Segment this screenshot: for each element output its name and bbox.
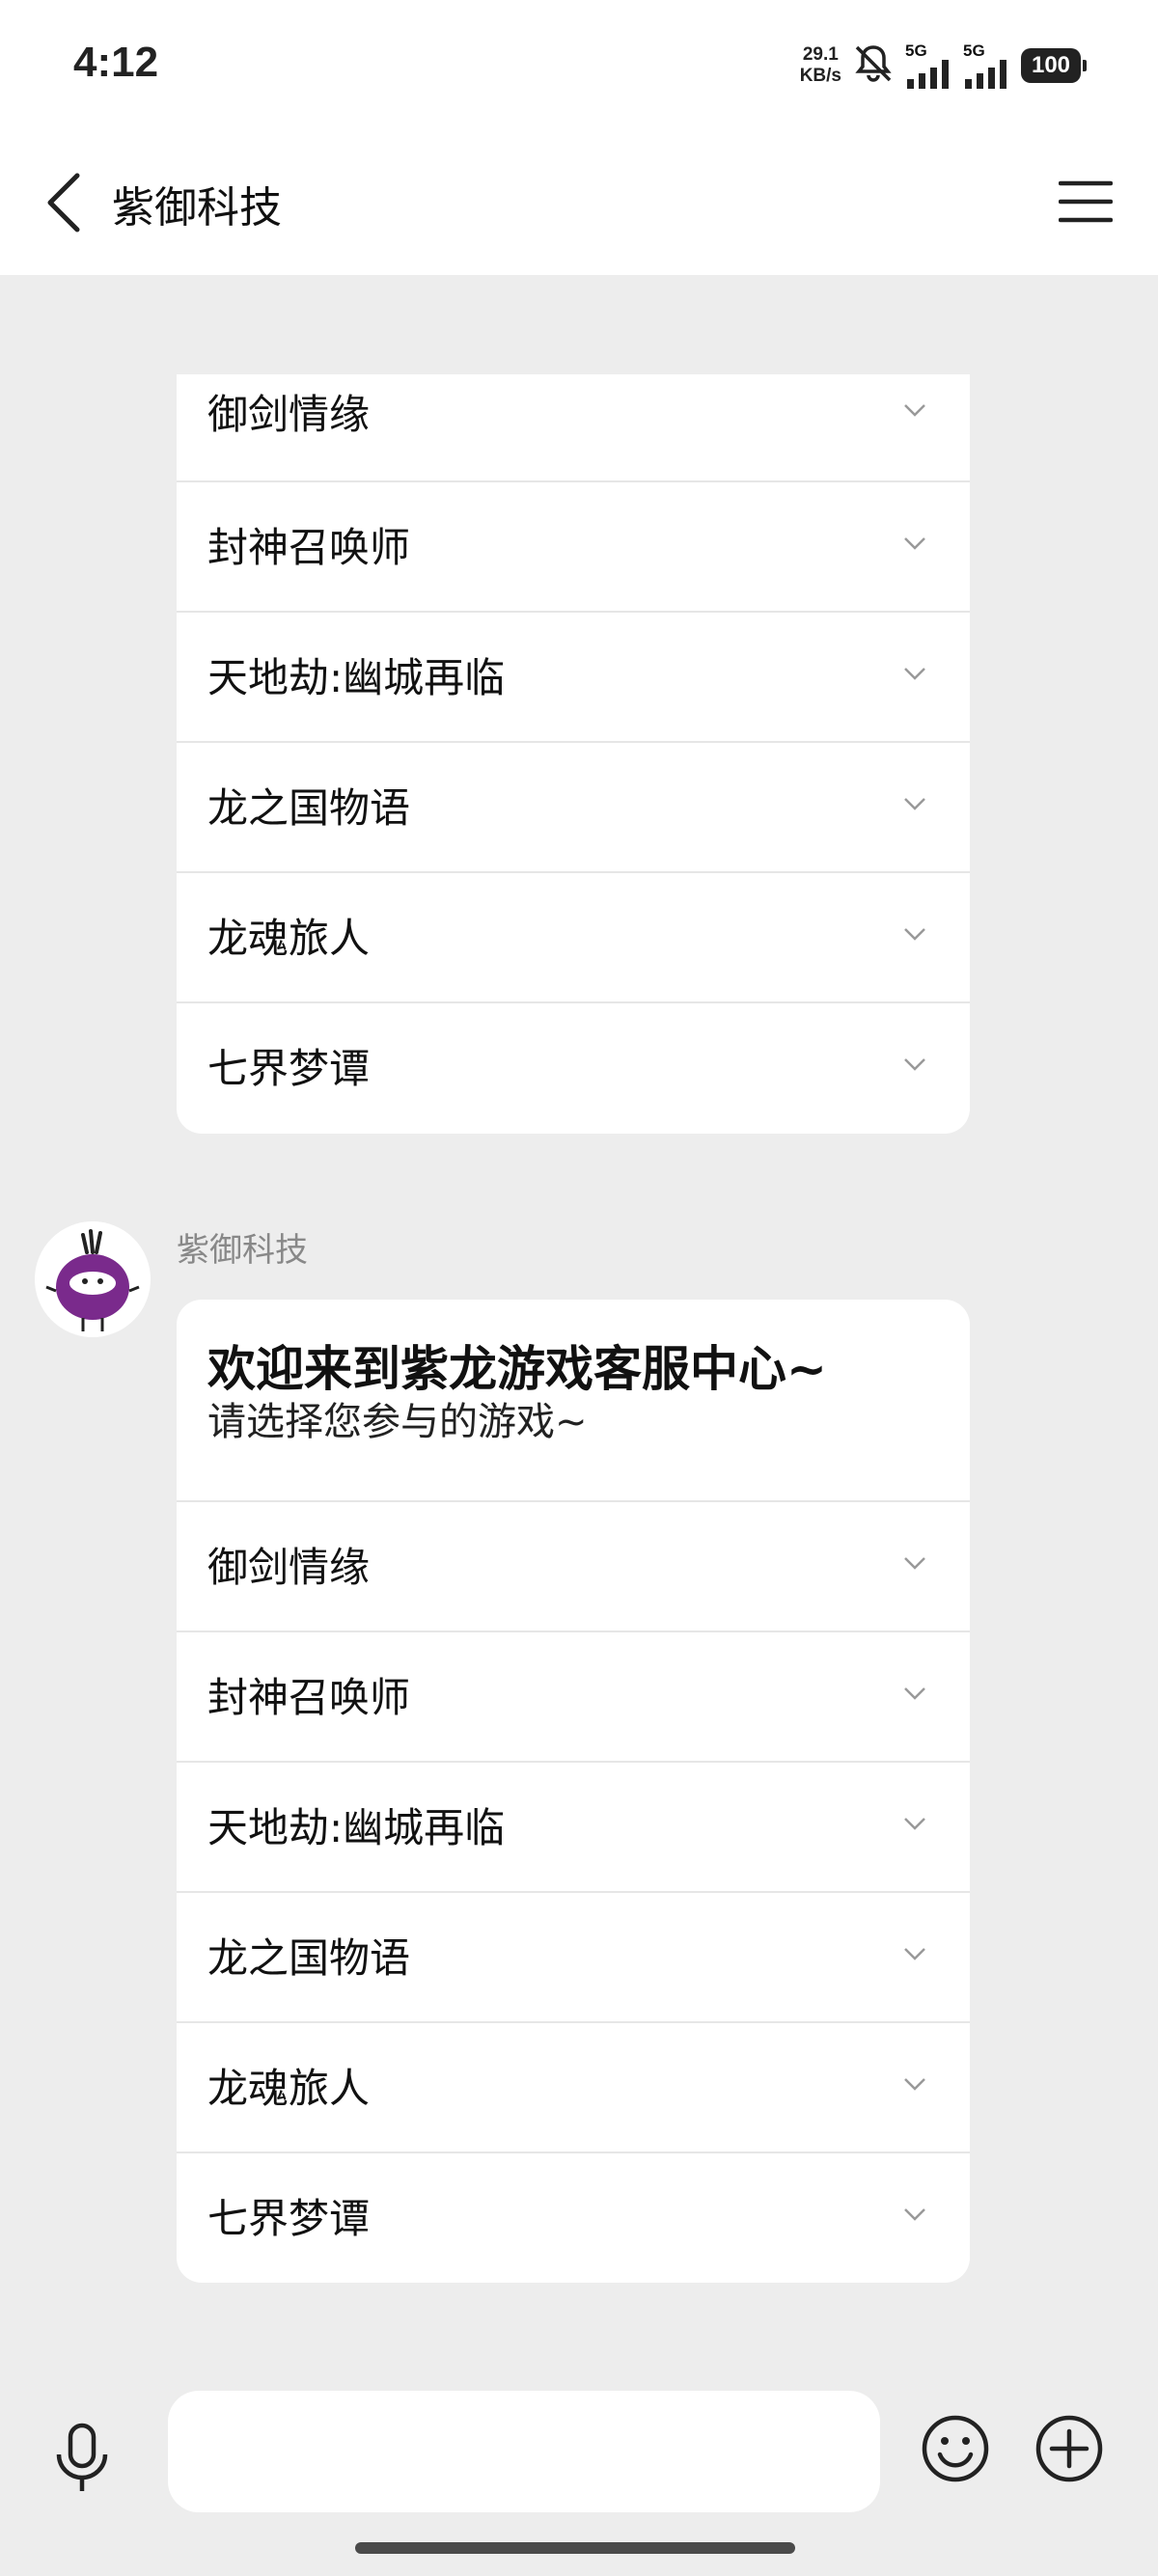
- plus-circle-icon: [1035, 2415, 1103, 2482]
- game-option[interactable]: 封神召唤师: [177, 1632, 970, 1763]
- game-option-label: 天地劫:幽城再临: [207, 654, 506, 701]
- status-time: 4:12: [73, 39, 159, 86]
- microphone-icon: [56, 2423, 108, 2491]
- signal-bars-icon: [965, 60, 1006, 89]
- game-option-label: 龙之国物语: [207, 784, 411, 832]
- signal-bars-icon: [907, 60, 949, 89]
- game-option[interactable]: 天地劫:幽城再临: [177, 1763, 970, 1893]
- game-option-label: 龙魂旅人: [207, 2065, 371, 2112]
- chevron-down-icon: [900, 396, 929, 425]
- chevron-down-icon: [900, 529, 929, 558]
- status-icons: 29.1 KB/s 5G 5G 100: [800, 39, 1087, 93]
- sender-name: 紫御科技: [177, 1231, 308, 1270]
- emoji-smile-icon: [922, 2415, 989, 2482]
- chevron-down-icon: [900, 1809, 929, 1838]
- network-speed: 29.1 KB/s: [800, 44, 841, 87]
- chevron-down-icon: [900, 2069, 929, 2098]
- game-option[interactable]: 御剑情缘: [177, 374, 970, 482]
- game-option[interactable]: 封神召唤师: [177, 482, 970, 613]
- game-option-label: 封神召唤师: [207, 524, 411, 571]
- emoji-button[interactable]: [917, 2410, 994, 2487]
- voice-input-button[interactable]: [43, 2420, 121, 2497]
- message-input[interactable]: [168, 2391, 880, 2512]
- game-option-label: 御剑情缘: [207, 1544, 371, 1591]
- menu-button[interactable]: [1052, 173, 1119, 231]
- game-option[interactable]: 龙魂旅人: [177, 873, 970, 1003]
- game-option[interactable]: 龙魂旅人: [177, 2023, 970, 2153]
- game-option-label: 龙之国物语: [207, 1934, 411, 1982]
- status-bar: 4:12 29.1 KB/s 5G 5G 100: [0, 0, 1158, 130]
- game-option[interactable]: 七界梦谭: [177, 2153, 970, 2284]
- chevron-down-icon: [900, 2200, 929, 2229]
- game-option[interactable]: 七界梦谭: [177, 1003, 970, 1134]
- game-menu-card: 欢迎来到紫龙游戏客服中心~ 请选择您参与的游戏~ 御剑情缘 封神召唤师 天地劫:…: [177, 1300, 970, 2283]
- page-title: 紫御科技: [112, 183, 282, 233]
- network-speed-unit: KB/s: [799, 66, 841, 86]
- mascot-avatar-icon: [35, 1221, 151, 1337]
- chevron-left-icon: [47, 173, 80, 233]
- welcome-subheading: 请选择您参与的游戏~: [207, 1400, 588, 1444]
- chevron-down-icon: [900, 1548, 929, 1577]
- chevron-down-icon: [900, 1050, 929, 1079]
- welcome-heading: 欢迎来到紫龙游戏客服中心~: [207, 1341, 827, 1397]
- game-option[interactable]: 龙之国物语: [177, 743, 970, 873]
- battery-icon: 100: [1021, 48, 1087, 83]
- more-actions-button[interactable]: [1031, 2410, 1108, 2487]
- chevron-down-icon: [900, 1939, 929, 1968]
- hamburger-menu-icon: [1059, 180, 1113, 223]
- game-option-label: 御剑情缘: [207, 391, 371, 438]
- game-option-label: 七界梦谭: [207, 2195, 371, 2242]
- chevron-down-icon: [900, 1679, 929, 1708]
- back-button[interactable]: [35, 169, 93, 236]
- battery-level: 100: [1031, 52, 1071, 78]
- game-option-label: 封神召唤师: [207, 1674, 411, 1721]
- game-option[interactable]: 天地劫:幽城再临: [177, 613, 970, 743]
- card-header: 欢迎来到紫龙游戏客服中心~ 请选择您参与的游戏~: [177, 1300, 970, 1502]
- game-option[interactable]: 御剑情缘: [177, 1502, 970, 1632]
- nav-bar: 紫御科技: [0, 130, 1158, 275]
- game-option-label: 龙魂旅人: [207, 915, 371, 962]
- game-option-label: 天地劫:幽城再临: [207, 1804, 506, 1851]
- chevron-down-icon: [900, 919, 929, 948]
- game-option[interactable]: 龙之国物语: [177, 1893, 970, 2023]
- mute-icon: [851, 41, 896, 90]
- game-option-label: 七界梦谭: [207, 1045, 371, 1092]
- input-bar: [0, 2354, 1158, 2576]
- avatar[interactable]: [35, 1221, 151, 1337]
- signal-sim1: 5G: [905, 42, 953, 89]
- signal-sim2: 5G: [963, 42, 1011, 89]
- home-indicator[interactable]: [355, 2542, 795, 2554]
- sim1-label: 5G: [905, 41, 927, 60]
- sim2-label: 5G: [963, 41, 985, 60]
- chevron-down-icon: [900, 659, 929, 688]
- chevron-down-icon: [900, 789, 929, 818]
- previous-game-menu-card: 御剑情缘 封神召唤师 天地劫:幽城再临 龙之国物语 龙魂旅人 七界梦谭: [177, 374, 970, 1134]
- network-speed-value: 29.1: [802, 44, 839, 65]
